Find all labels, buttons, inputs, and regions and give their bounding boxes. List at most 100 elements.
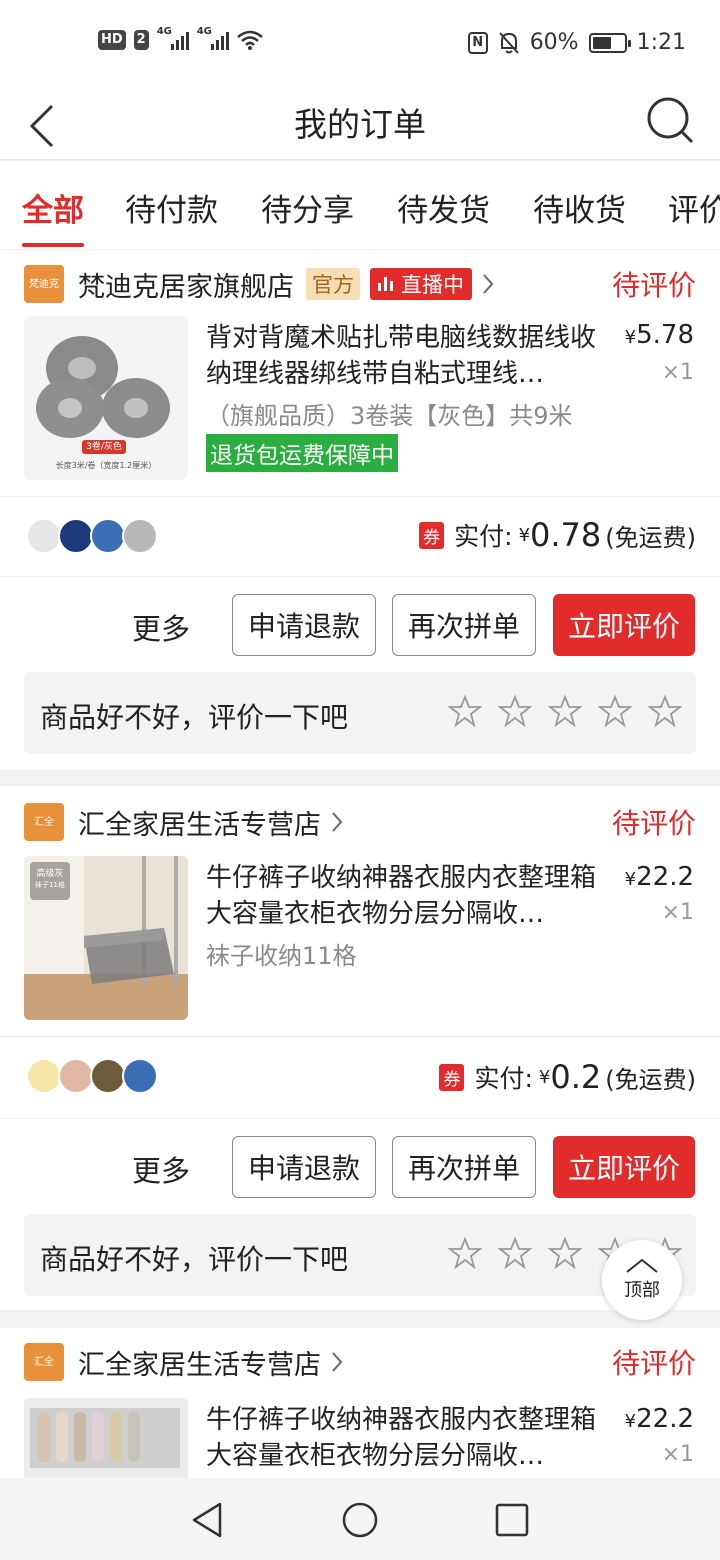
tab-all[interactable]: 全部 bbox=[22, 185, 84, 230]
shop-row[interactable]: 汇全 汇全家居生活专营店 bbox=[24, 802, 696, 842]
active-tab-indicator bbox=[22, 243, 84, 247]
order-status: 待评价 bbox=[611, 1347, 696, 1380]
price-currency: ¥ bbox=[624, 1411, 637, 1432]
star-icon[interactable] bbox=[498, 694, 532, 728]
chevron-up-icon bbox=[626, 1258, 658, 1273]
order-card: 汇全 汇全家居生活专营店 待评价 高级灰 袜子11格 牛仔裤子收纳神器衣服内衣整… bbox=[0, 786, 720, 1310]
divider bbox=[0, 1036, 720, 1037]
shop-logo: 汇全 bbox=[24, 803, 64, 841]
avatar bbox=[90, 1058, 126, 1094]
more-button[interactable]: 更多 bbox=[132, 606, 190, 648]
status-bar: HD 2 4G 4G N 60% 1:21 bbox=[0, 0, 720, 88]
avatar bbox=[122, 1058, 158, 1094]
coupon-icon: 券 bbox=[439, 1063, 465, 1091]
tab-pending-ship[interactable]: 待发货 bbox=[397, 185, 490, 230]
regroup-button[interactable]: 再次拼单 bbox=[392, 1136, 536, 1198]
tab-pending-share[interactable]: 待分享 bbox=[261, 185, 354, 230]
network-label-2: 4G bbox=[196, 26, 212, 37]
star-icon[interactable] bbox=[448, 1236, 482, 1270]
thumbnail-caption: 长度3米/卷（宽度1.2厘米） bbox=[55, 461, 157, 470]
quick-review-box: 商品好不好，评价一下吧 bbox=[24, 672, 696, 754]
tab-pending-payment[interactable]: 待付款 bbox=[125, 185, 218, 230]
paid-amount-row: 券 实付: ¥ 0.78 (免运费) bbox=[419, 516, 696, 554]
paid-amount-row: 券 实付: ¥ 0.2 (免运费) bbox=[439, 1058, 696, 1096]
product-title[interactable]: 牛仔裤子收纳神器衣服内衣整理箱大容量衣柜衣物分层分隔收… bbox=[206, 1402, 606, 1474]
avatar bbox=[90, 518, 126, 554]
shipping-note: (免运费) bbox=[605, 1065, 696, 1094]
avatar bbox=[26, 518, 62, 554]
shop-row[interactable]: 汇全 汇全家居生活专营店 bbox=[24, 1342, 696, 1382]
price-currency: ¥ bbox=[624, 327, 637, 348]
avatar bbox=[122, 518, 158, 554]
star-rating[interactable] bbox=[448, 694, 682, 728]
coupon-icon: 券 bbox=[419, 521, 445, 549]
paid-amount: 0.78 bbox=[530, 516, 602, 554]
quick-review-box: 商品好不好，评价一下吧 bbox=[24, 1214, 696, 1296]
product-thumbnail[interactable]: 3卷/灰色 长度3米/卷（宽度1.2厘米） bbox=[24, 316, 188, 480]
divider bbox=[0, 1118, 720, 1119]
header: 我的订单 bbox=[0, 88, 720, 160]
refund-button[interactable]: 申请退款 bbox=[232, 1136, 376, 1198]
status-right: N 60% 1:21 bbox=[467, 30, 686, 55]
nav-home-icon[interactable] bbox=[340, 1500, 380, 1540]
chevron-right-icon bbox=[332, 1352, 343, 1372]
guarantee-badge: 退货包运费保障中 bbox=[206, 434, 398, 472]
product-price: ¥5.78 bbox=[625, 320, 694, 350]
back-to-top-button[interactable]: 顶部 bbox=[602, 1240, 682, 1320]
product-thumbnail[interactable]: 高级灰 袜子11格 bbox=[24, 856, 188, 1020]
signal-icon-2: 4G bbox=[197, 26, 229, 50]
review-prompt: 商品好不好，评价一下吧 bbox=[40, 1243, 349, 1276]
group-avatars[interactable] bbox=[26, 518, 158, 554]
nav-recents-icon[interactable] bbox=[492, 1500, 532, 1540]
star-icon[interactable] bbox=[498, 1236, 532, 1270]
avatar bbox=[58, 518, 94, 554]
live-tag-label: 直播中 bbox=[401, 273, 464, 297]
price-value: 5.78 bbox=[636, 320, 694, 350]
wifi-icon bbox=[236, 30, 263, 50]
order-card: 汇全 汇全家居生活专营店 待评价 牛仔裤子收纳神器衣服内衣整理箱大容量衣柜衣物分… bbox=[0, 1328, 720, 1478]
order-status: 待评价 bbox=[611, 269, 696, 302]
paid-label: 实付: bbox=[454, 522, 513, 551]
sim-number: 2 bbox=[133, 30, 149, 50]
nav-back-icon[interactable] bbox=[188, 1500, 228, 1540]
star-icon[interactable] bbox=[548, 694, 582, 728]
review-button[interactable]: 立即评价 bbox=[553, 1136, 695, 1198]
mute-bell-icon bbox=[498, 31, 519, 54]
storage-box-image bbox=[24, 1398, 188, 1478]
regroup-button[interactable]: 再次拼单 bbox=[392, 594, 536, 656]
paid-currency: ¥ bbox=[518, 524, 531, 546]
chevron-right-icon bbox=[483, 274, 494, 294]
status-left: HD 2 4G 4G bbox=[98, 26, 263, 50]
search-icon[interactable] bbox=[646, 92, 696, 148]
thumbnail-badge: 3卷/灰色 bbox=[86, 442, 122, 452]
more-button[interactable]: 更多 bbox=[132, 1148, 190, 1190]
divider bbox=[0, 496, 720, 497]
tab-review[interactable]: 评价 bbox=[668, 185, 720, 230]
hd-badge: HD bbox=[98, 30, 126, 50]
order-status: 待评价 bbox=[611, 807, 696, 840]
refund-button[interactable]: 申请退款 bbox=[232, 594, 376, 656]
paid-label: 实付: bbox=[474, 1064, 533, 1093]
star-icon[interactable] bbox=[648, 694, 682, 728]
paid-currency: ¥ bbox=[538, 1066, 551, 1088]
nfc-icon: N bbox=[467, 31, 488, 54]
star-icon[interactable] bbox=[448, 694, 482, 728]
official-tag: 官方 bbox=[306, 268, 360, 300]
product-thumbnail[interactable] bbox=[24, 1398, 188, 1478]
shop-logo: 汇全 bbox=[24, 1343, 64, 1381]
network-label: 4G bbox=[156, 26, 172, 37]
system-nav-bar bbox=[0, 1478, 720, 1560]
divider bbox=[0, 576, 720, 577]
price-value: 22.2 bbox=[636, 862, 694, 892]
star-icon[interactable] bbox=[548, 1236, 582, 1270]
shop-row[interactable]: 梵迪克 梵迪克居家旗舰店 官方 直播中 bbox=[24, 264, 696, 304]
battery-icon bbox=[588, 32, 631, 53]
review-button[interactable]: 立即评价 bbox=[553, 594, 695, 656]
product-title[interactable]: 背对背魔术贴扎带电脑线数据线收纳理线器绑线带自粘式理线… bbox=[206, 320, 606, 392]
product-title[interactable]: 牛仔裤子收纳神器衣服内衣整理箱大容量衣柜衣物分层分隔收… bbox=[206, 860, 606, 932]
tab-pending-receive[interactable]: 待收货 bbox=[533, 185, 626, 230]
star-icon[interactable] bbox=[598, 694, 632, 728]
thumbnail-badge: 高级灰 bbox=[36, 869, 64, 879]
product-price: ¥22.2 bbox=[625, 1404, 694, 1434]
group-avatars[interactable] bbox=[26, 1058, 158, 1094]
